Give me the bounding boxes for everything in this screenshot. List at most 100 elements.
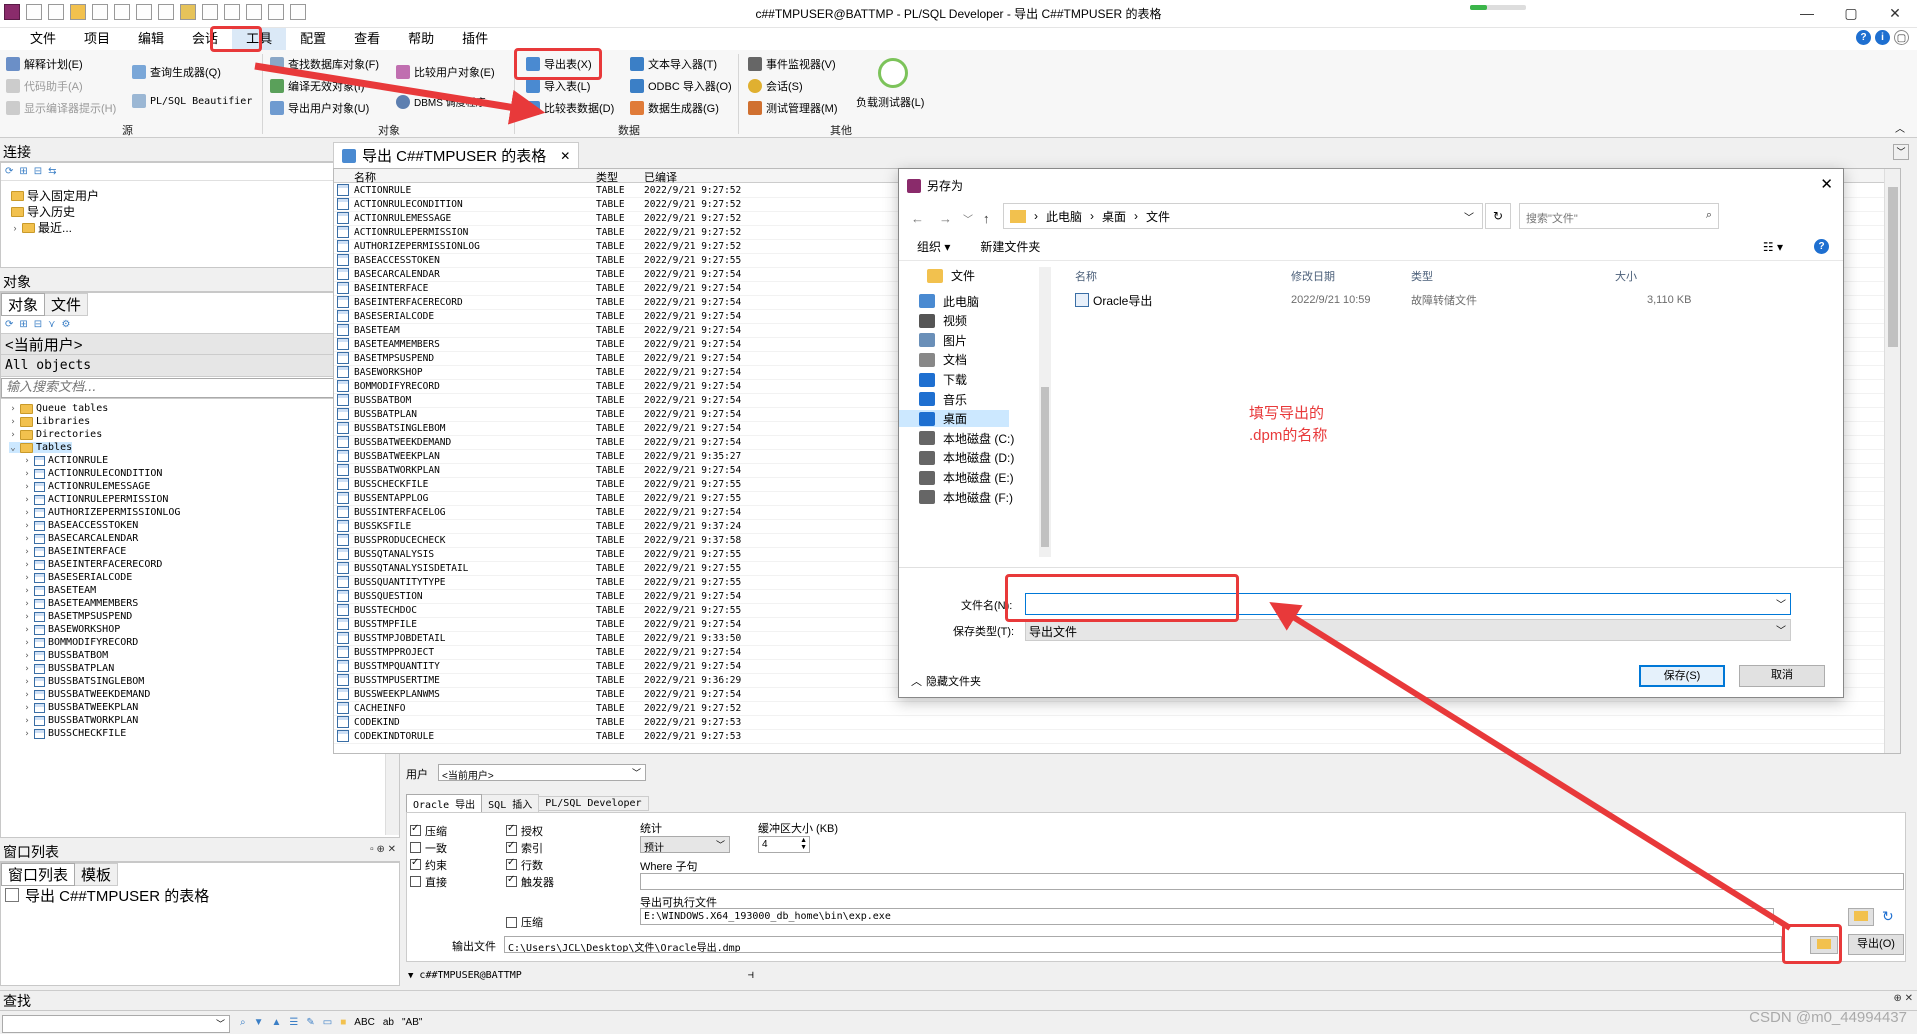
- close-tab-icon[interactable]: ✕: [560, 149, 570, 163]
- organize-button[interactable]: 组织 ▾: [917, 238, 950, 255]
- menu-view[interactable]: 查看: [340, 28, 394, 50]
- tree-table[interactable]: › BUSSBATWORKPLAN: [23, 715, 138, 726]
- table-row[interactable]: CODEKIND TABLE 2022/9/21 9:27:53: [334, 716, 1900, 730]
- tree-table[interactable]: › BASESERIALCODE: [23, 572, 132, 583]
- refresh-icon[interactable]: ↻: [1882, 908, 1894, 925]
- grid-scrollbar[interactable]: [1884, 169, 1900, 753]
- view-options-icon[interactable]: ☷ ▾: [1763, 240, 1783, 254]
- hide-folders-toggle[interactable]: ︿ 隐藏文件夹: [911, 673, 981, 689]
- explain-plan-button[interactable]: 解释计划(E): [6, 56, 83, 72]
- tree-table[interactable]: › BUSSBATWEEKPLAN: [23, 702, 138, 713]
- tree-table[interactable]: › AUTHORIZEPERMISSIONLOG: [23, 507, 180, 518]
- compile-invalid-button[interactable]: 编译无效对象(I): [270, 78, 364, 94]
- tree-table[interactable]: › BUSSBATSINGLEBOM: [23, 676, 144, 687]
- chevron-right-icon[interactable]: ›: [9, 404, 17, 414]
- panel-buttons[interactable]: ▫ ⊕ ✕: [370, 844, 396, 855]
- chevron-right-icon[interactable]: ›: [9, 430, 17, 440]
- file-row[interactable]: Oracle导出 2022/9/21 10:59 故障转储文件 3,110 KB: [1055, 289, 1841, 311]
- search-files-input[interactable]: 搜索"文件" ⌕: [1519, 203, 1719, 229]
- tree-table[interactable]: › BASECARCALENDAR: [23, 533, 138, 544]
- chevron-right-icon[interactable]: ›: [23, 664, 31, 674]
- find-next-icon[interactable]: ▼: [254, 1017, 264, 1028]
- tree-folder[interactable]: › Queue tables: [9, 403, 108, 414]
- breadcrumb-files[interactable]: 文件: [1146, 208, 1170, 225]
- chevron-right-icon[interactable]: ›: [9, 417, 17, 427]
- nav-item[interactable]: 视频: [919, 312, 967, 329]
- regex-icon[interactable]: "AB": [402, 1017, 422, 1028]
- col-size[interactable]: 大小: [1615, 268, 1637, 284]
- tree-table[interactable]: › BASEACCESSTOKEN: [23, 520, 138, 531]
- chevron-down-icon[interactable]: ﹀: [1776, 596, 1786, 611]
- tree-table[interactable]: › BASETMPSUSPEND: [23, 611, 132, 622]
- tree-table[interactable]: › BASEINTERFACE: [23, 546, 126, 557]
- refresh-icon[interactable]: ⟳: [5, 166, 13, 177]
- chevron-right-icon[interactable]: ›: [23, 534, 31, 544]
- option-checkbox[interactable]: 授权: [506, 822, 554, 839]
- add-icon[interactable]: ⊞: [19, 319, 27, 330]
- checkbox[interactable]: [506, 823, 517, 836]
- properties-icon[interactable]: ⚙: [62, 319, 71, 330]
- output-file-input[interactable]: C:\Users\JCL\Desktop\文件\Oracle导出.dmp: [504, 936, 1782, 953]
- checkbox[interactable]: [506, 840, 517, 853]
- tree-item[interactable]: 导入历史: [11, 203, 75, 220]
- menu-plugins[interactable]: 插件: [448, 28, 502, 50]
- checkbox[interactable]: [506, 874, 517, 887]
- nav-item[interactable]: 本地磁盘 (D:): [919, 449, 1014, 466]
- chevron-right-icon[interactable]: ›: [23, 573, 31, 583]
- remove-icon[interactable]: ⊟: [34, 319, 42, 330]
- tab-sql-insert[interactable]: SQL 插入: [482, 793, 540, 813]
- chevron-right-icon[interactable]: ›: [23, 677, 31, 687]
- tree-table[interactable]: › ACTIONRULECONDITION: [23, 468, 162, 479]
- refresh-icon[interactable]: ⟳: [5, 319, 13, 330]
- binoculars-icon[interactable]: ⌕: [240, 1017, 246, 1028]
- breadcrumb-desktop[interactable]: 桌面: [1102, 208, 1126, 225]
- nav-item[interactable]: 下载: [919, 371, 967, 388]
- tab-window-list[interactable]: 窗口列表: [1, 862, 76, 886]
- chevron-right-icon[interactable]: ›: [23, 547, 31, 557]
- tab-oracle-export[interactable]: Oracle 导出: [406, 793, 483, 813]
- option-checkbox[interactable]: 一致: [410, 839, 447, 856]
- search-input[interactable]: [1, 377, 351, 398]
- load-tester-button[interactable]: 负载测试器(L): [856, 94, 924, 110]
- dbms-scheduler-button[interactable]: DBMS 调度程序: [396, 94, 486, 109]
- user-select[interactable]: <当前用户>﹀: [438, 764, 646, 781]
- buffer-input[interactable]: 4 ▲ ▼: [758, 836, 810, 853]
- add-icon[interactable]: ⊞: [19, 166, 27, 177]
- col-type[interactable]: 类型: [596, 169, 618, 185]
- nav-item[interactable]: 桌面: [899, 410, 1009, 428]
- scroll-thumb[interactable]: [1888, 187, 1898, 347]
- maximize-button[interactable]: ▢: [1829, 0, 1873, 28]
- close-button[interactable]: ✕: [1873, 0, 1917, 28]
- table-row[interactable]: CODEKINDTORULE TABLE 2022/9/21 9:27:53: [334, 730, 1900, 744]
- tree-table[interactable]: › ACTIONRULE: [23, 455, 108, 466]
- stats-select[interactable]: 预计 ﹀: [640, 836, 730, 853]
- compiler-hints-button[interactable]: 显示编译器提示(H): [6, 100, 116, 116]
- nav-item[interactable]: 文档: [919, 351, 967, 368]
- query-builder-button[interactable]: 查询生成器(Q): [132, 64, 221, 80]
- export-user-objects-button[interactable]: 导出用户对象(U): [270, 100, 369, 116]
- tab-files[interactable]: 文件: [45, 292, 89, 316]
- tree-table[interactable]: › BUSSBATWEEKDEMAND: [23, 689, 150, 700]
- find-prev-icon[interactable]: ▲: [272, 1017, 282, 1028]
- folder-icon[interactable]: ■: [340, 1017, 346, 1028]
- nav-item[interactable]: 本地磁盘 (E:): [919, 469, 1014, 486]
- checkbox[interactable]: [410, 857, 421, 870]
- import-tables-button[interactable]: 导入表(L): [526, 78, 590, 94]
- checkbox[interactable]: [506, 857, 517, 870]
- col-date[interactable]: 修改日期: [1291, 268, 1335, 284]
- chevron-right-icon[interactable]: ›: [23, 716, 31, 726]
- window-icon[interactable]: ▭: [323, 1017, 332, 1028]
- tree-table[interactable]: › BUSSBATPLAN: [23, 663, 114, 674]
- compare-user-objects-button[interactable]: 比较用户对象(E): [396, 64, 495, 80]
- chevron-right-icon[interactable]: ›: [23, 508, 31, 518]
- up-icon[interactable]: ↑: [983, 211, 990, 226]
- list-icon[interactable]: ☰: [289, 1017, 298, 1028]
- menu-config[interactable]: 配置: [286, 28, 340, 50]
- find-input[interactable]: ﹀: [2, 1015, 230, 1033]
- chevron-right-icon[interactable]: ›: [23, 651, 31, 661]
- option-checkbox[interactable]: 直接: [410, 873, 447, 890]
- checkbox[interactable]: [410, 842, 421, 853]
- recent-icon[interactable]: ﹀: [963, 211, 973, 226]
- test-manager-button[interactable]: 测试管理器(M): [748, 100, 838, 116]
- chevron-right-icon[interactable]: ›: [23, 560, 31, 570]
